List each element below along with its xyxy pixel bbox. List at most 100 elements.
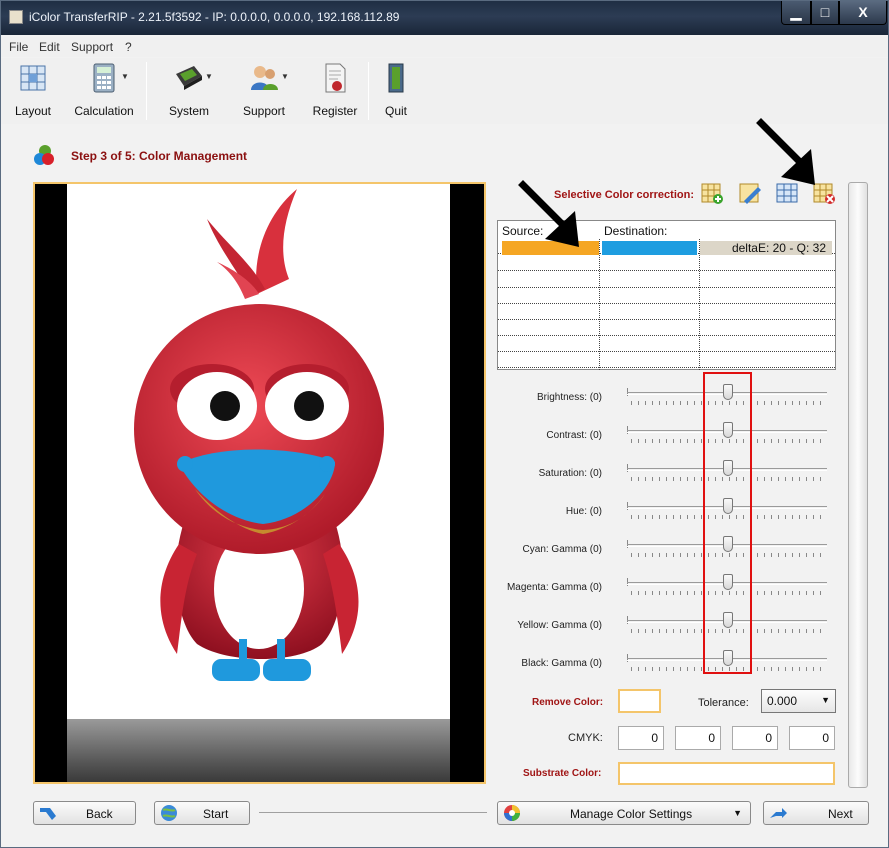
black-input[interactable]: 0 xyxy=(789,726,835,750)
column-divider xyxy=(699,239,700,370)
start-label: Start xyxy=(203,807,229,821)
table-row[interactable] xyxy=(498,256,835,271)
table-row[interactable] xyxy=(498,353,835,368)
cmyk-label: CMYK: xyxy=(568,732,603,744)
yellow-gamma-slider[interactable]: Yellow: Gamma (0) xyxy=(497,608,837,642)
back-button[interactable]: Back xyxy=(33,801,136,825)
hue-label: Hue: (0) xyxy=(565,506,602,517)
delta-e-cell: deltaE: 20 - Q: 32 xyxy=(700,241,832,255)
system-button[interactable]: System xyxy=(161,62,217,122)
system-dropdown-icon[interactable]: ▼ xyxy=(205,72,213,81)
calculator-icon xyxy=(93,63,115,93)
add-row-icon[interactable] xyxy=(700,181,724,205)
cyan-input[interactable]: 0 xyxy=(618,726,664,750)
globe-icon xyxy=(161,805,177,821)
register-label: Register xyxy=(312,104,358,118)
color-wheel-icon xyxy=(504,805,520,821)
minimize-button[interactable]: ▁ xyxy=(781,1,811,25)
substrate-color-label: Substrate Color: xyxy=(523,768,602,779)
layout-button[interactable]: Layout xyxy=(5,62,61,122)
magenta-gamma-slider[interactable]: Magenta: Gamma (0) xyxy=(497,570,837,604)
brightness-label: Brightness: (0) xyxy=(536,392,602,403)
support-button[interactable]: Support xyxy=(235,62,293,122)
remove-color-label: Remove Color: xyxy=(532,697,604,708)
table-row[interactable] xyxy=(498,337,835,352)
column-destination: Destination: xyxy=(604,224,668,238)
certificate-icon xyxy=(325,63,346,93)
toolbar-divider xyxy=(368,62,369,120)
layout-label: Layout xyxy=(14,104,52,118)
table-row[interactable] xyxy=(498,305,835,320)
toolbar: Layout Calculation ▼ System ▼ Support ▼ … xyxy=(1,58,888,124)
title-bar: iColor TransferRIP - 2.21.5f3592 - IP: 0… xyxy=(1,1,888,35)
manage-color-settings-label: Manage Color Settings xyxy=(570,807,693,821)
start-button[interactable]: Start xyxy=(154,801,250,825)
chip-icon xyxy=(176,66,202,90)
menu-help[interactable]: ? xyxy=(125,40,132,54)
table-row[interactable] xyxy=(498,321,835,336)
menu-bar: File Edit Support ? xyxy=(1,37,888,57)
image-preview xyxy=(33,182,486,784)
annotation-arrow-icon xyxy=(518,180,579,247)
bird-artwork xyxy=(134,189,384,681)
grid-icon xyxy=(20,65,46,91)
magenta-gamma-label: Magenta: Gamma (0) xyxy=(506,582,602,593)
back-label: Back xyxy=(86,807,113,821)
app-icon xyxy=(9,10,23,24)
color-balls-icon xyxy=(34,145,54,165)
preview-reflection xyxy=(67,719,450,782)
hue-slider[interactable]: Hue: (0) xyxy=(497,494,837,528)
slider-highlight-annotation xyxy=(703,372,752,674)
system-label: System xyxy=(168,104,209,118)
menu-edit[interactable]: Edit xyxy=(39,40,60,54)
maximize-button[interactable]: □ xyxy=(811,1,839,25)
support-label: Support xyxy=(242,104,286,118)
menu-file[interactable]: File xyxy=(9,40,28,54)
black-gamma-slider[interactable]: Black: Gamma (0) xyxy=(497,646,837,680)
cyan-gamma-label: Cyan: Gamma (0) xyxy=(522,544,602,555)
brightness-slider[interactable]: Brightness: (0) xyxy=(497,380,837,414)
chevron-down-icon: ▼ xyxy=(733,808,742,818)
calculation-dropdown-icon[interactable]: ▼ xyxy=(121,72,129,81)
vertical-scrollbar[interactable] xyxy=(848,182,868,788)
arrow-left-icon xyxy=(40,808,56,820)
button-divider xyxy=(259,812,487,813)
exit-door-icon xyxy=(388,63,404,93)
next-label: Next xyxy=(828,807,853,821)
yellow-gamma-label: Yellow: Gamma (0) xyxy=(517,620,602,631)
tolerance-select[interactable]: 0.000 ▼ xyxy=(761,689,836,713)
contrast-slider[interactable]: Contrast: (0) xyxy=(497,418,837,452)
cyan-gamma-slider[interactable]: Cyan: Gamma (0) xyxy=(497,532,837,566)
menu-support[interactable]: Support xyxy=(71,40,113,54)
print-page xyxy=(67,184,450,782)
saturation-label: Saturation: (0) xyxy=(538,468,602,479)
app-window: iColor TransferRIP - 2.21.5f3592 - IP: 0… xyxy=(0,0,889,848)
quit-button[interactable]: Quit xyxy=(377,62,415,122)
column-divider xyxy=(599,239,600,370)
support-dropdown-icon[interactable]: ▼ xyxy=(281,72,289,81)
contrast-label: Contrast: (0) xyxy=(546,430,602,441)
remove-color-swatch[interactable] xyxy=(618,689,661,713)
annotation-arrow-icon xyxy=(756,118,815,185)
register-button[interactable]: Register xyxy=(307,62,363,122)
table-row[interactable] xyxy=(498,273,835,288)
black-gamma-label: Black: Gamma (0) xyxy=(521,658,602,669)
manage-color-settings-button[interactable]: Manage Color Settings ▼ xyxy=(497,801,751,825)
tolerance-value: 0.000 xyxy=(767,694,798,708)
yellow-input[interactable]: 0 xyxy=(732,726,778,750)
next-button[interactable]: Next xyxy=(763,801,869,825)
saturation-slider[interactable]: Saturation: (0) xyxy=(497,456,837,490)
chevron-down-icon: ▼ xyxy=(821,695,830,705)
window-title: iColor TransferRIP - 2.21.5f3592 - IP: 0… xyxy=(29,10,400,24)
quit-label: Quit xyxy=(384,104,407,118)
table-row[interactable] xyxy=(498,289,835,304)
substrate-color-swatch[interactable] xyxy=(618,762,835,785)
calculation-label: Calculation xyxy=(74,104,134,118)
arrow-right-icon xyxy=(770,808,787,818)
calculation-button[interactable]: Calculation xyxy=(67,62,141,122)
magenta-input[interactable]: 0 xyxy=(675,726,721,750)
close-button[interactable]: X xyxy=(839,1,887,25)
step-title: Step 3 of 5: Color Management xyxy=(71,149,248,163)
destination-color-swatch[interactable] xyxy=(602,241,697,255)
tolerance-label: Tolerance: xyxy=(698,697,749,709)
